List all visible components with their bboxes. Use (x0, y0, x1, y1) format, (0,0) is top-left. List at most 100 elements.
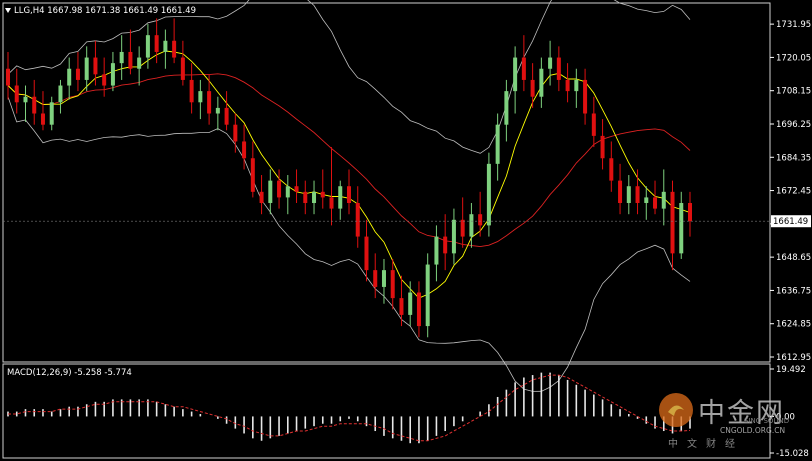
candle-body (84, 57, 89, 80)
candle-body (513, 57, 518, 92)
candle-body (583, 79, 588, 114)
candle-body (469, 214, 474, 237)
candle-body (425, 264, 430, 327)
candle-body (189, 79, 194, 103)
candle-body (451, 219, 456, 254)
price-axis-label: 1648.65 (776, 253, 811, 263)
macd-axis-top-label: 19.492 (776, 365, 806, 375)
price-axis-label: 1636.75 (776, 286, 811, 296)
candle-body (556, 57, 561, 80)
candle-body (591, 113, 596, 136)
low-value: 1661.49 (122, 6, 159, 16)
candle-body (416, 292, 421, 327)
candle-body (373, 270, 378, 287)
macd-signal-line (8, 374, 691, 442)
candle-body (486, 163, 491, 226)
candle-body (224, 107, 229, 125)
watermark-sub: SINO SOUND (744, 417, 790, 425)
macd-signal-value: -5.774 (104, 368, 132, 378)
symbol-label: LLG,H4 (14, 6, 45, 16)
price-axis-label: 1684.35 (776, 153, 811, 163)
candle-body (259, 191, 264, 204)
window-menu-icon[interactable] (5, 8, 11, 13)
macd-value: -5.258 (74, 368, 102, 378)
candle-body (653, 197, 658, 209)
candle-body (268, 180, 273, 204)
bollinger-upper-line (7, 0, 691, 154)
current-price-label: 1661.49 (773, 217, 808, 227)
candle-body (329, 197, 334, 209)
open-value: 1667.98 (47, 6, 83, 16)
macd-header: MACD(12,26,9) -5.258 -5.774 (7, 368, 132, 378)
candle-body (600, 135, 605, 159)
candle-body (93, 57, 98, 75)
candle-body (242, 141, 247, 159)
candle-body (58, 85, 63, 103)
candle-body (110, 63, 115, 86)
candle-body (180, 57, 185, 80)
candle-body (40, 113, 45, 125)
candle-body (207, 91, 212, 114)
candle-body (49, 102, 54, 125)
candle-body (250, 158, 255, 192)
candle-body (399, 298, 404, 315)
watermark-tagline: 中文财经 (668, 439, 744, 450)
candle-body (618, 180, 623, 204)
candle-body (312, 191, 317, 204)
macd-label: MACD(12,26,9) (7, 368, 72, 378)
candle-body (303, 191, 308, 204)
candle-body (14, 85, 19, 103)
candle-body (285, 186, 290, 198)
candle-body (277, 180, 282, 198)
candle-body (688, 203, 692, 222)
candle-body (364, 236, 369, 271)
candle-body (347, 186, 351, 204)
chart-window[interactable]: 1731.95 1720.05 1708.15 1696.25 1684.35 1672.… (0, 0, 812, 461)
cngold-watermark: 中金网 SINO SOUND CNGOLD.ORG.CN 中文财经 (650, 388, 808, 450)
candle-body (408, 292, 413, 315)
price-axis-label: 1624.85 (776, 320, 811, 330)
candle-body (67, 68, 72, 86)
bollinger-lower-line (7, 96, 691, 392)
candle-body (565, 79, 570, 92)
candle-body (626, 186, 631, 204)
candle-body (172, 40, 177, 58)
candle-body (233, 124, 238, 142)
candle-body (635, 186, 640, 204)
candle-body (102, 74, 107, 86)
candle-body (338, 186, 343, 209)
price-axis-label: 1696.25 (776, 120, 811, 130)
candle-body (381, 270, 386, 287)
candle-body (294, 186, 299, 192)
candle-body (163, 40, 168, 52)
watermark-url: CNGOLD.ORG.CN (720, 426, 786, 435)
candle-body (530, 79, 535, 97)
close-value: 1661.49 (160, 6, 196, 16)
candle-body (574, 79, 579, 92)
candle-body (23, 96, 28, 103)
price-axis-label: 1612.95 (776, 353, 811, 363)
candle-body (504, 91, 509, 125)
bollinger-middle-line (7, 73, 691, 248)
candle-body (137, 57, 142, 69)
candle-body (478, 214, 483, 226)
price-axis-label: 1672.45 (776, 187, 811, 197)
candle-body (154, 35, 159, 52)
candle-body (661, 191, 666, 209)
price-axis-label: 1720.05 (776, 53, 811, 63)
candle-body (355, 203, 360, 237)
candle-body (75, 68, 80, 80)
macd-axis-bottom-label: -15.028 (776, 449, 809, 459)
candle-body (119, 51, 124, 64)
candle-body (644, 197, 649, 204)
candle-body (32, 96, 37, 114)
candle-body (495, 124, 500, 164)
symbol-header: LLG,H4 1667.98 1671.38 1661.49 1661.49 (14, 6, 196, 16)
candle-body (521, 57, 526, 80)
candle-body (434, 236, 439, 265)
candle-body (6, 68, 10, 86)
candle-body (145, 35, 150, 58)
cngold-logo-icon (659, 393, 693, 427)
candle-body (670, 191, 675, 254)
price-axis-label: 1708.15 (776, 87, 811, 97)
